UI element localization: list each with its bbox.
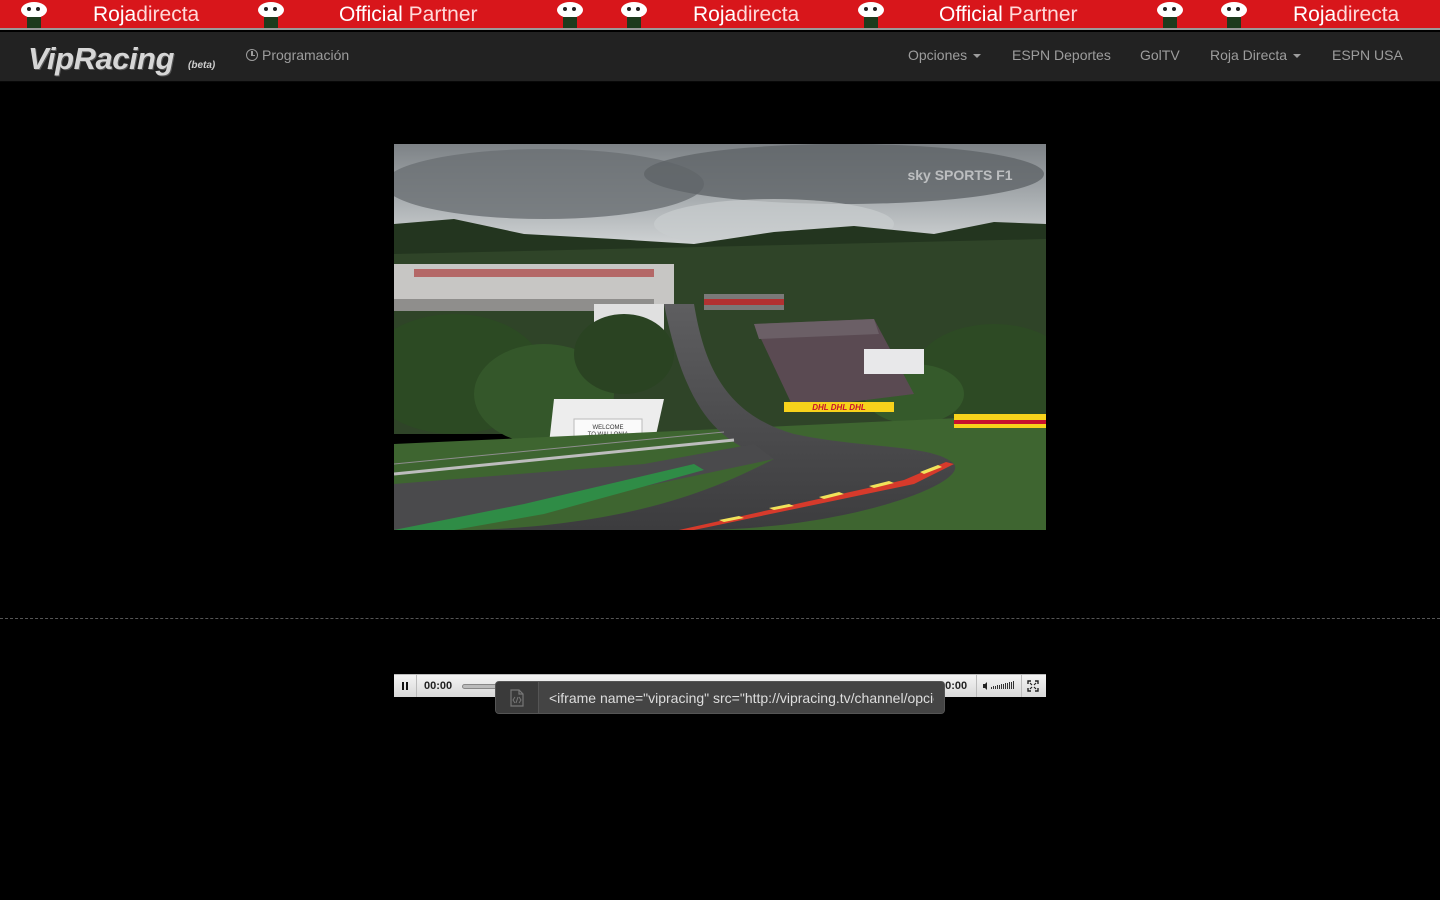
pause-button[interactable] (394, 675, 417, 697)
fullscreen-button[interactable] (1021, 675, 1045, 697)
video-frame[interactable]: WELCOME TO WALLONIA DHL DHL DHL (394, 144, 1046, 530)
mascot-icon (1157, 2, 1183, 28)
embed-code-input[interactable] (539, 682, 944, 713)
nav-roja-directa-dropdown[interactable]: Roja Directa (1210, 47, 1302, 63)
nav-programacion[interactable]: Programación (246, 47, 349, 63)
clock-icon (246, 49, 258, 61)
volume-icon (983, 681, 1014, 690)
caret-down-icon (973, 54, 982, 59)
mascot-icon (621, 2, 647, 28)
partner-banner[interactable]: Rojadirecta Official Partner Rojadirecta… (0, 0, 1440, 30)
nav-opciones-dropdown[interactable]: Opciones (908, 47, 982, 63)
svg-text:WELCOME: WELCOME (592, 425, 623, 431)
nav-goltv[interactable]: GolTV (1140, 47, 1180, 63)
fullscreen-icon (1027, 680, 1039, 692)
embed-code-group (495, 681, 945, 714)
banner-rojadirecta-text: Rojadirecta (1293, 3, 1400, 26)
broadcaster-watermark: sky SPORTS F1 (907, 167, 1012, 183)
banner-partner-text: Official Partner (339, 3, 478, 26)
mascot-icon (1221, 2, 1247, 28)
race-track-scene: WELCOME TO WALLONIA DHL DHL DHL (394, 144, 1046, 530)
section-divider (0, 618, 1440, 619)
code-file-icon (510, 688, 524, 707)
banner-rojadirecta-text: Rojadirecta (693, 3, 800, 26)
navbar: VipRacing (beta) Programación Opciones E… (0, 32, 1440, 82)
mascot-icon (258, 2, 284, 28)
banner-partner-text: Official Partner (939, 3, 1078, 26)
mascot-icon (858, 2, 884, 28)
nav-programacion-label: Programación (262, 47, 350, 63)
brand-logo[interactable]: VipRacing (28, 41, 174, 77)
brand-beta-tag: (beta) (188, 60, 216, 71)
video-player[interactable]: WELCOME TO WALLONIA DHL DHL DHL (394, 144, 1046, 697)
volume-control[interactable] (976, 675, 1022, 697)
svg-text:DHL DHL DHL: DHL DHL DHL (812, 403, 866, 412)
nav-espn-usa[interactable]: ESPN USA (1332, 47, 1403, 63)
current-time: 00:00 (424, 680, 453, 692)
embed-addon (496, 682, 539, 713)
caret-down-icon (1293, 54, 1302, 59)
nav-roja-directa-label: Roja Directa (1210, 47, 1288, 63)
nav-espn-deportes[interactable]: ESPN Deportes (1012, 47, 1111, 63)
nav-opciones-label: Opciones (908, 47, 968, 63)
banner-rojadirecta-text: Rojadirecta (93, 3, 200, 26)
mascot-icon (21, 2, 47, 28)
mascot-icon (557, 2, 583, 28)
